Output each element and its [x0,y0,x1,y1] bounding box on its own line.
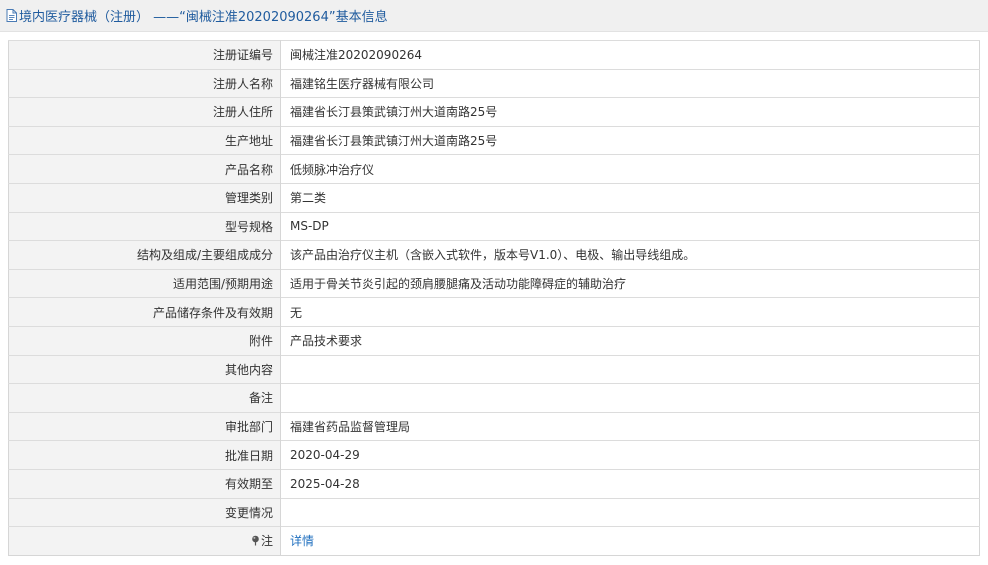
document-icon [6,9,17,22]
field-value: 产品技术要求 [280,325,980,356]
field-label: 注册人名称 [8,68,281,98]
table-row: 注册证编号 闽械注准20202090264 [8,40,980,70]
field-label: 管理类别 [8,182,281,213]
field-label: 变更情况 [8,497,281,527]
table-row: 备注 [8,383,980,413]
field-label: 产品名称 [8,154,281,184]
field-label: 其他内容 [8,354,281,384]
field-value: 福建铭生医疗器械有限公司 [280,68,980,98]
table-row: 变更情况 [8,497,980,527]
field-value: 2020-04-29 [280,440,980,470]
field-label: 有效期至 [8,468,281,498]
field-value: 适用于骨关节炎引起的颈肩腰腿痛及活动功能障碍症的辅助治疗 [280,268,980,298]
field-label: 型号规格 [8,211,281,241]
table-row: 其他内容 [8,354,980,384]
note-label: 注 [260,534,273,549]
field-label: 结构及组成/主要组成成分 [8,240,281,270]
table-row: 结构及组成/主要组成成分 该产品由治疗仪主机（含嵌入式软件，版本号V1.0）、电极… [8,240,980,270]
table-row: 批准日期 2020-04-29 [8,440,980,470]
field-value: 福建省长汀县策武镇汀州大道南路25号 [280,97,980,127]
info-table-container: 注册证编号 闽械注准20202090264 注册人名称 福建铭生医疗器械有限公司 注册人… [8,40,980,556]
field-value: 闽械注准20202090264 [280,40,980,70]
field-value: 无 [280,297,980,327]
field-label: 备注 [8,383,281,413]
table-row: 注册人住所 福建省长汀县策武镇汀州大道南路25号 [8,97,980,127]
field-value [280,497,980,527]
info-table: 注册证编号 闽械注准20202090264 注册人名称 福建铭生医疗器械有限公司 注册人… [8,40,980,556]
pin-icon [252,536,259,546]
field-value [280,354,980,384]
field-label: 批准日期 [8,440,281,470]
page-title: 境内医疗器械（注册） ——“闽械注准20202090264”基本信息 [19,10,388,25]
field-value: MS-DP [280,211,980,241]
details-link[interactable]: 详情 [290,534,314,548]
field-value [280,383,980,413]
table-row: 型号规格 MS-DP [8,211,980,241]
table-row: 附件 产品技术要求 [8,325,980,356]
field-value: 第二类 [280,182,980,213]
page-header: 境内医疗器械（注册） ——“闽械注准20202090264”基本信息 [0,0,988,32]
field-label: 产品储存条件及有效期 [8,297,281,327]
note-label-cell: 注 [8,526,281,556]
field-value: 该产品由治疗仪主机（含嵌入式软件，版本号V1.0）、电极、输出导线组成。 [280,240,980,270]
field-value: 福建省药品监督管理局 [280,411,980,441]
field-label: 适用范围/预期用途 [8,268,281,298]
field-value: 福建省长汀县策武镇汀州大道南路25号 [280,125,980,155]
table-row: 注册人名称 福建铭生医疗器械有限公司 [8,68,980,98]
table-row: 生产地址 福建省长汀县策武镇汀州大道南路25号 [8,125,980,155]
table-row: 产品储存条件及有效期无 [8,297,980,327]
field-value: 低频脉冲治疗仪 [280,154,980,184]
table-row: 有效期至 2025-04-28 [8,468,980,498]
note-value-cell: 详情 [280,526,980,556]
field-label: 注册证编号 [8,40,281,70]
table-row: 产品名称 低频脉冲治疗仪 [8,154,980,184]
info-table-body: 注册证编号 闽械注准20202090264 注册人名称 福建铭生医疗器械有限公司 注册人… [8,40,980,556]
note-row: 注 详情 [8,526,980,556]
field-label: 生产地址 [8,125,281,155]
table-row: 管理类别 第二类 [8,182,980,213]
field-label: 附件 [8,325,281,356]
field-value: 2025-04-28 [280,468,980,498]
field-label: 注册人住所 [8,97,281,127]
table-row: 适用范围/预期用途 适用于骨关节炎引起的颈肩腰腿痛及活动功能障碍症的辅助治疗 [8,268,980,298]
table-row: 审批部门 福建省药品监督管理局 [8,411,980,441]
field-label: 审批部门 [8,411,281,441]
